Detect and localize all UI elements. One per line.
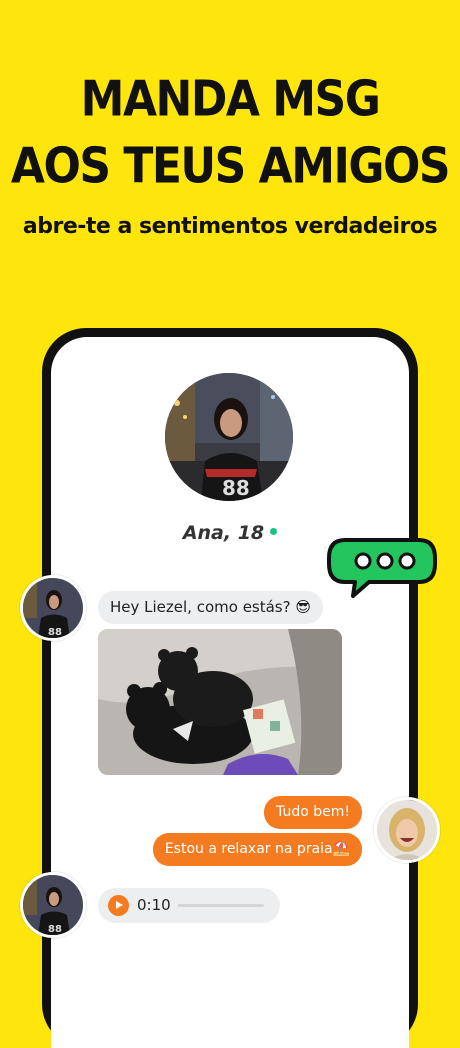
voice-message[interactable]: 0:10 <box>98 888 280 923</box>
headline-line-1: MANDA MSG <box>80 70 381 128</box>
voice-duration: 0:10 <box>137 896 171 914</box>
sender-photo: 88 <box>23 875 83 935</box>
online-status-dot <box>270 528 278 535</box>
typing-indicator-icon <box>327 538 437 598</box>
headline-line-2: AOS TEUS AMIGOS <box>10 137 451 195</box>
sender-avatar[interactable]: 88 <box>20 872 86 938</box>
voice-progress-track[interactable] <box>178 904 264 907</box>
bears-photo <box>98 629 342 775</box>
sender-photo: 88 <box>23 578 83 638</box>
receiver-photo <box>377 800 437 860</box>
svg-text:88: 88 <box>48 924 62 935</box>
profile-avatar[interactable]: 88 <box>163 371 295 503</box>
profile-photo: 88 <box>165 373 293 501</box>
sender-avatar[interactable]: 88 <box>20 575 86 641</box>
message-bubble-outgoing[interactable]: Tudo bem! <box>264 796 362 829</box>
headline-subtitle: abre-te a sentimentos verdadeiros <box>22 214 438 239</box>
photo-message[interactable] <box>98 629 342 775</box>
receiver-avatar[interactable] <box>374 797 440 863</box>
svg-text:88: 88 <box>48 627 62 638</box>
headline: MANDA MSG AOS TEUS AMIGOS <box>0 66 460 200</box>
play-icon[interactable] <box>108 895 129 916</box>
svg-text:88: 88 <box>222 476 250 500</box>
message-bubble-outgoing[interactable]: Estou a relaxar na praia⛱️ <box>152 833 362 866</box>
contact-name: Ana, 18 <box>182 522 265 544</box>
message-bubble-incoming[interactable]: Hey Liezel, como estás? 😎 <box>98 591 323 624</box>
